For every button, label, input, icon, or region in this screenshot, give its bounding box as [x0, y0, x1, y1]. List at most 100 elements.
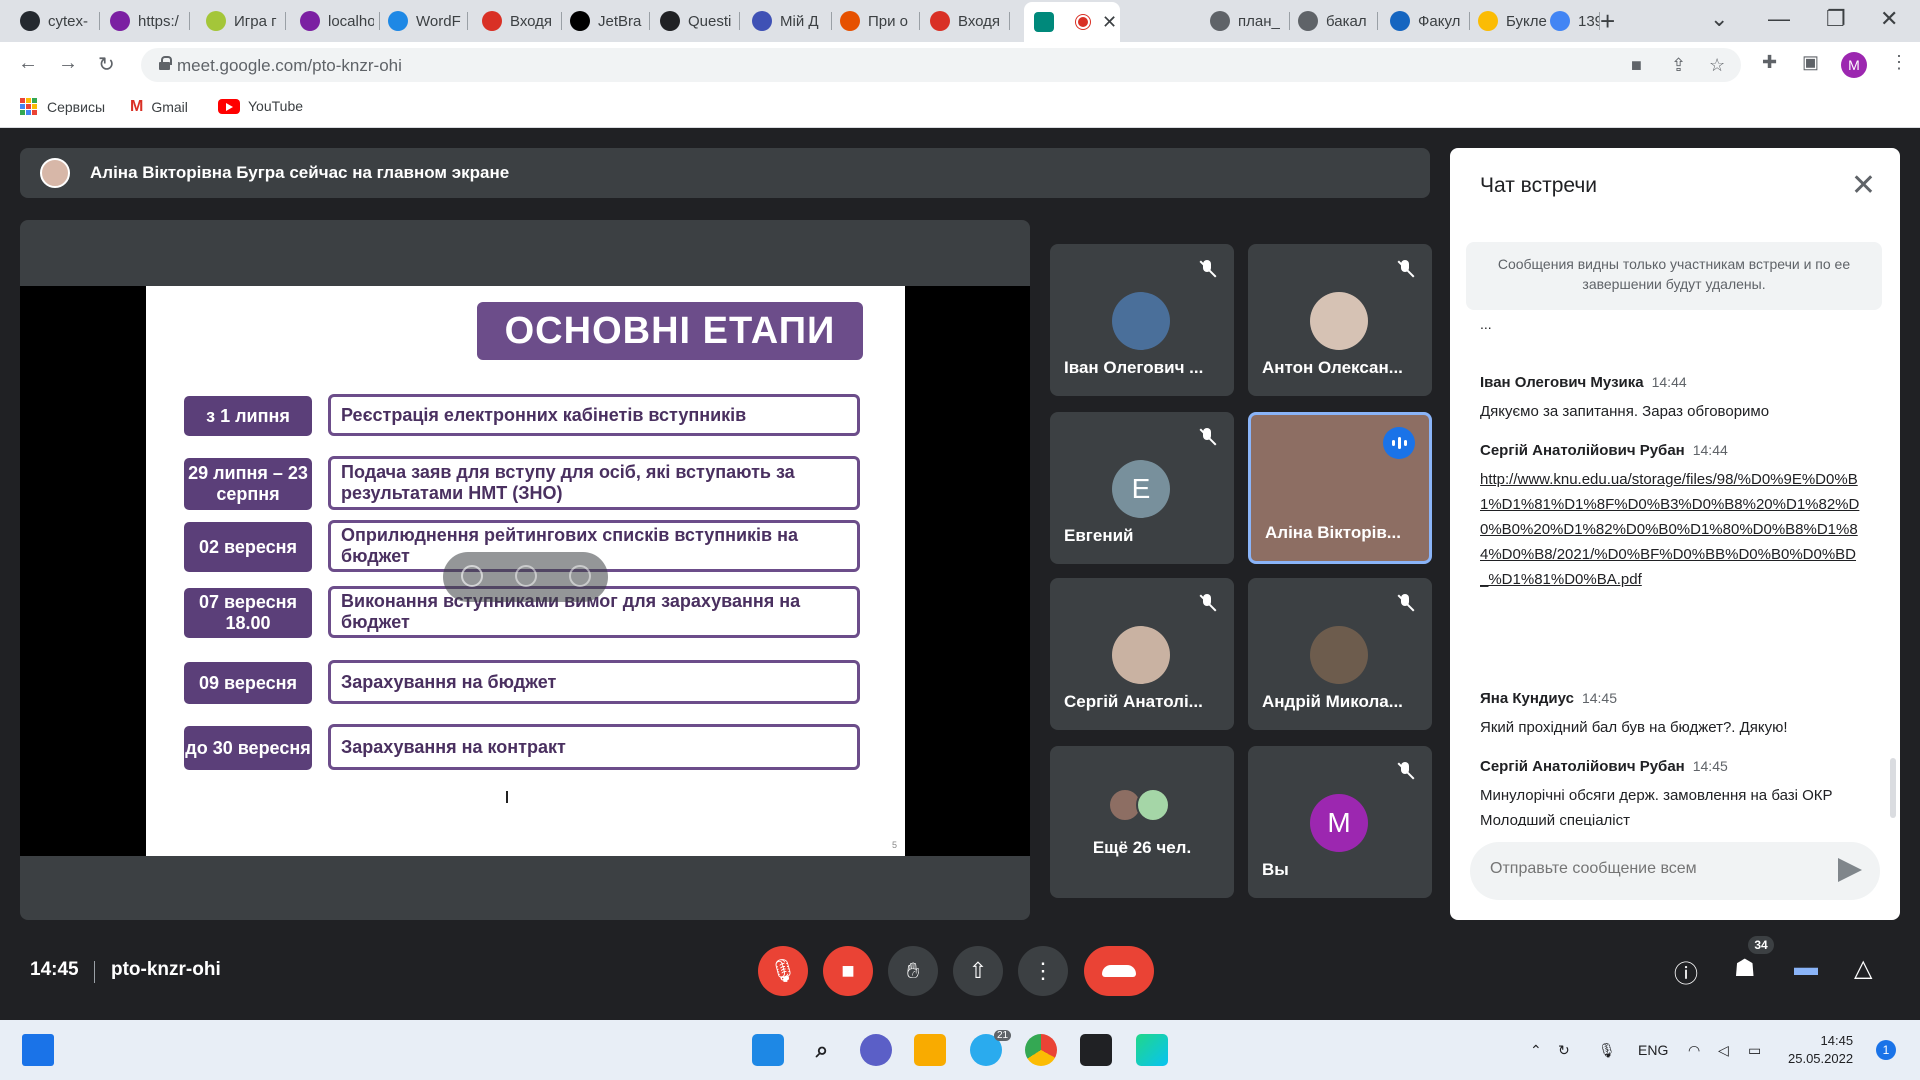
- mute-audio-icon[interactable]: [515, 565, 537, 587]
- participant-tile[interactable]: Аліна Вікторів...: [1248, 412, 1432, 564]
- lock-icon: [159, 56, 172, 70]
- browser-tab[interactable]: localho: [290, 0, 380, 42]
- tab-title: Questi: [688, 12, 732, 30]
- tab-separator: [285, 12, 286, 30]
- webstorm-icon[interactable]: [1136, 1034, 1168, 1066]
- browser-tab[interactable]: WordF: [378, 0, 468, 42]
- more-options-button[interactable]: ⋮: [1018, 946, 1068, 996]
- message-time: 14:44: [1692, 442, 1728, 458]
- tab-title: Входя: [958, 12, 1001, 30]
- participant-tile[interactable]: Іван Олегович ...: [1050, 244, 1234, 396]
- minimize-button[interactable]: —: [1768, 6, 1790, 32]
- maximize-button[interactable]: ❐: [1826, 6, 1846, 32]
- mic-icon[interactable]: 🎙︎: [1598, 1042, 1616, 1059]
- raise-hand-button[interactable]: ✋︎: [888, 946, 938, 996]
- message-link[interactable]: http://www.knu.edu.ua/storage/files/98/%…: [1480, 467, 1870, 592]
- tab-active-meet[interactable]: ✕: [1024, 2, 1120, 42]
- chat-message: Сергій Анатолійович Рубан 14:44 http://www…: [1480, 442, 1870, 592]
- participant-tile[interactable]: Антон Олексан...: [1248, 244, 1432, 396]
- presenter-banner-text: Аліна Вікторівна Бугра сейчас на главном…: [90, 163, 510, 182]
- mic-muted-icon: [1396, 594, 1414, 612]
- participant-tile[interactable]: M Вы: [1248, 746, 1432, 898]
- chat-icon[interactable]: ▬: [1794, 954, 1818, 982]
- bookmark-youtube[interactable]: YouTube: [218, 98, 303, 114]
- participant-tile[interactable]: Андрій Микола...: [1248, 578, 1432, 730]
- reload-icon[interactable]: ↻: [98, 52, 115, 77]
- bookmark-star-icon[interactable]: ☆: [1709, 55, 1725, 76]
- chat-message-input[interactable]: [1490, 860, 1830, 878]
- browser-tab[interactable]: Игра г: [196, 0, 286, 42]
- tab-favicon: [840, 11, 860, 31]
- stage-description: Подача заяв для вступу для осіб, які вст…: [328, 456, 860, 510]
- taskbar-clock[interactable]: 14:45 25.05.2022: [1788, 1032, 1853, 1068]
- share-icon[interactable]: ⇪: [1671, 55, 1686, 76]
- close-window-button[interactable]: ✕: [1880, 6, 1898, 32]
- menu-icon[interactable]: ⋮: [1890, 52, 1908, 73]
- browser-tab[interactable]: Мій Д: [742, 0, 832, 42]
- activities-icon[interactable]: △: [1854, 954, 1872, 983]
- participants-count-badge: 34: [1748, 936, 1774, 954]
- extensions-icon[interactable]: ✚: [1762, 52, 1777, 73]
- mouse-cursor: [506, 791, 516, 803]
- browser-tab[interactable]: 139 * (: [1540, 0, 1600, 42]
- widgets-icon[interactable]: [22, 1034, 54, 1066]
- close-chat-icon[interactable]: ✕: [1851, 168, 1876, 203]
- browser-tab[interactable]: Входя: [920, 0, 1010, 42]
- browser-tab[interactable]: Входя: [472, 0, 562, 42]
- sync-icon[interactable]: ↻: [1558, 1042, 1570, 1059]
- close-tab-icon[interactable]: ✕: [1102, 12, 1117, 33]
- chat-title: Чат встречи: [1480, 174, 1598, 197]
- volume-icon[interactable]: ◁: [1718, 1042, 1729, 1059]
- bookmark-services[interactable]: Сервисы: [20, 98, 105, 115]
- participant-avatar: [1112, 626, 1170, 684]
- chat-panel: Чат встречи ✕ Сообщения видны только уча…: [1450, 148, 1900, 920]
- browser-tab[interactable]: cytex-: [10, 0, 100, 42]
- tab-favicon: [660, 11, 680, 31]
- tray-overflow-icon[interactable]: ⌃: [1530, 1042, 1542, 1059]
- message-time: 14:45: [1692, 758, 1728, 774]
- back-icon[interactable]: ←: [18, 52, 38, 75]
- tab-search-icon[interactable]: ⌄: [1710, 6, 1728, 32]
- camera-off-button[interactable]: ■: [823, 946, 873, 996]
- participant-tile[interactable]: Сергій Анатолі...: [1050, 578, 1234, 730]
- chrome-icon[interactable]: [1025, 1034, 1057, 1066]
- send-icon[interactable]: [1838, 858, 1862, 882]
- search-icon[interactable]: ⌕: [806, 1034, 838, 1066]
- leave-call-button[interactable]: [1084, 946, 1154, 996]
- forward-icon[interactable]: →: [58, 52, 78, 75]
- pin-off-icon[interactable]: [461, 565, 483, 587]
- notification-badge[interactable]: 1: [1876, 1040, 1896, 1060]
- address-bar[interactable]: meet.google.com/pto-knzr-ohi ■ ⇪ ☆: [141, 48, 1741, 82]
- bookmark-gmail[interactable]: M Gmail: [130, 98, 188, 116]
- browser-tab[interactable]: Факул: [1380, 0, 1470, 42]
- browser-tab[interactable]: При о: [830, 0, 920, 42]
- browser-tab[interactable]: JetBra: [560, 0, 650, 42]
- browser-tab[interactable]: план_: [1200, 0, 1290, 42]
- camera-icon[interactable]: ■: [1631, 55, 1642, 76]
- teams-chat-icon[interactable]: [860, 1034, 892, 1066]
- people-icon[interactable]: ☗: [1734, 954, 1756, 983]
- battery-icon[interactable]: ▭: [1748, 1042, 1761, 1059]
- message-author: Сергій Анатолійович Рубан: [1480, 758, 1685, 775]
- browser-tab[interactable]: бакал: [1288, 0, 1378, 42]
- windows-start-icon[interactable]: [752, 1034, 784, 1066]
- present-screen-button[interactable]: ⇧: [953, 946, 1003, 996]
- new-tab-button[interactable]: +: [1600, 6, 1615, 37]
- wifi-icon[interactable]: ◠: [1688, 1042, 1700, 1059]
- browser-tab[interactable]: https:/: [100, 0, 190, 42]
- participant-tile[interactable]: E Евгений: [1050, 412, 1234, 564]
- input-language[interactable]: ENG: [1638, 1042, 1668, 1058]
- chat-scrollbar[interactable]: [1890, 758, 1896, 818]
- terminal-icon[interactable]: [1080, 1034, 1112, 1066]
- tab-title: 139 * (: [1578, 12, 1600, 30]
- profile-avatar[interactable]: M: [1841, 52, 1867, 78]
- file-explorer-icon[interactable]: [914, 1034, 946, 1066]
- participant-tile[interactable]: Ещё 26 чел.: [1050, 746, 1234, 898]
- side-panel-icon[interactable]: ▣: [1802, 52, 1819, 73]
- browser-tab[interactable]: Questi: [650, 0, 740, 42]
- participant-avatar: [1112, 292, 1170, 350]
- meeting-details-icon[interactable]: ⓘ: [1674, 954, 1698, 989]
- remove-icon[interactable]: [569, 565, 591, 587]
- microphone-off-button[interactable]: 🎙︎: [758, 946, 808, 996]
- tab-title: Игра г: [234, 12, 277, 30]
